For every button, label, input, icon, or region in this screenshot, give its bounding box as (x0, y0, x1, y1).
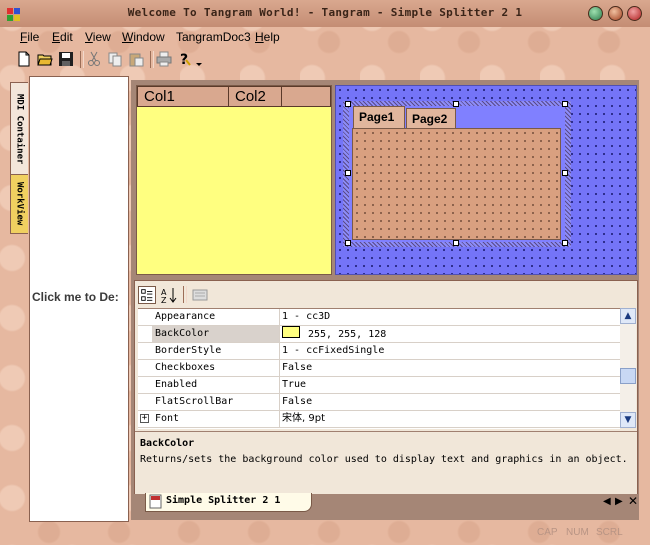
tab-mdi-container[interactable]: MDI Container (10, 82, 28, 176)
click-me-button[interactable]: Click me to De: (32, 290, 119, 304)
expand-icon[interactable]: + (140, 414, 149, 423)
scroll-thumb[interactable] (620, 368, 636, 384)
property-toolbar: AZ (135, 281, 637, 308)
property-row-font[interactable]: + Font 宋体, 9pt (138, 411, 620, 428)
tab-page1[interactable]: Page1 (353, 106, 405, 130)
toolbar-separator (150, 51, 154, 68)
save-icon[interactable] (58, 51, 74, 67)
help-icon[interactable]: ? (177, 51, 193, 67)
toolbar: ? (10, 48, 642, 72)
left-tab-strip: MDI Container WorkView (8, 76, 28, 520)
maximize-button[interactable] (608, 6, 623, 21)
property-scrollbar[interactable]: ▲ ▼ (620, 308, 636, 428)
description-title: BackColor (140, 438, 195, 449)
close-document-icon[interactable]: ✕ (628, 494, 638, 508)
property-row-borderstyle[interactable]: BorderStyle 1 - ccFixedSingle (138, 343, 620, 360)
resize-handle[interactable] (345, 240, 351, 246)
document-icon (149, 494, 162, 509)
document-tab-bar: Simple Splitter 2 1 ◀ ▶ ✕ (134, 492, 638, 514)
menu-tangramdoc3[interactable]: TangramDoc3 (176, 30, 251, 44)
property-pages-icon[interactable] (191, 286, 209, 304)
property-grid: Appearance 1 - cc3D BackColor 255, 255, … (138, 308, 620, 429)
tab-scroll-right-icon[interactable]: ▶ (615, 496, 623, 507)
tab-workview[interactable]: WorkView (10, 174, 28, 234)
status-cap: CAP (537, 527, 558, 538)
categorized-icon[interactable] (138, 286, 156, 304)
menu-bar: File Edit View Window TangramDoc3 Help (10, 27, 642, 47)
title-bar: Welcome To Tangram World! - Tangram - Si… (0, 0, 650, 27)
column-header-col2[interactable]: Col2 (228, 86, 282, 107)
tab-scroll-left-icon[interactable]: ◀ (603, 496, 611, 507)
resize-handle[interactable] (453, 101, 459, 107)
open-icon[interactable] (37, 51, 53, 67)
status-bar: CAP NUM SCRL (0, 522, 650, 545)
svg-text:?: ? (180, 52, 188, 67)
property-description: BackColor Returns/sets the background co… (135, 431, 637, 494)
menu-view[interactable]: View (85, 30, 111, 44)
column-header-col1[interactable]: Col1 (137, 86, 229, 107)
resize-handle[interactable] (562, 170, 568, 176)
paste-icon[interactable] (128, 51, 144, 67)
toolbar-separator (80, 51, 84, 68)
print-icon[interactable] (156, 51, 172, 67)
tab-control[interactable]: Page1 Page2 (349, 106, 565, 242)
menu-help[interactable]: Help (255, 30, 280, 44)
side-panel: Click me to De: (29, 76, 129, 522)
scroll-up-icon[interactable]: ▲ (620, 308, 636, 324)
resize-handle[interactable] (562, 240, 568, 246)
resize-handle[interactable] (562, 101, 568, 107)
scroll-down-icon[interactable]: ▼ (620, 412, 636, 428)
resize-handle[interactable] (453, 240, 459, 246)
document-tab[interactable]: Simple Splitter 2 1 (145, 493, 312, 512)
window-title: Welcome To Tangram World! - Tangram - Si… (127, 6, 523, 19)
color-swatch[interactable] (282, 326, 300, 338)
menu-edit[interactable]: Edit (52, 30, 73, 44)
property-row-appearance[interactable]: Appearance 1 - cc3D (138, 309, 620, 326)
sort-alphabetical-icon[interactable]: AZ (160, 286, 178, 304)
close-button[interactable] (627, 6, 642, 21)
svg-text:Z: Z (161, 296, 167, 304)
property-row-backcolor[interactable]: BackColor 255, 255, 128 (138, 326, 620, 343)
cut-icon[interactable] (86, 51, 102, 67)
description-text: Returns/sets the background color used t… (140, 454, 628, 465)
resize-handle[interactable] (345, 101, 351, 107)
property-row-checkboxes[interactable]: Checkboxes False (138, 360, 620, 377)
tab-page2[interactable]: Page2 (406, 108, 456, 130)
copy-icon[interactable] (107, 51, 123, 67)
tab-page-body (352, 128, 561, 240)
new-icon[interactable] (16, 51, 32, 67)
menu-window[interactable]: Window (122, 30, 165, 44)
menu-file[interactable]: File (20, 30, 39, 44)
column-header-empty[interactable] (281, 86, 331, 107)
list-view[interactable]: Col1 Col2 (136, 85, 332, 275)
toolbar-overflow-icon[interactable] (195, 51, 203, 67)
property-row-flatscrollbar[interactable]: FlatScrollBar False (138, 394, 620, 411)
status-scrl: SCRL (596, 527, 623, 538)
property-panel: AZ Appearance 1 - cc3D BackColor 255, 25… (134, 280, 638, 494)
resize-handle[interactable] (345, 170, 351, 176)
status-num: NUM (566, 527, 589, 538)
property-row-enabled[interactable]: Enabled True (138, 377, 620, 394)
toolbar-separator (183, 286, 187, 303)
minimize-button[interactable] (588, 6, 603, 21)
